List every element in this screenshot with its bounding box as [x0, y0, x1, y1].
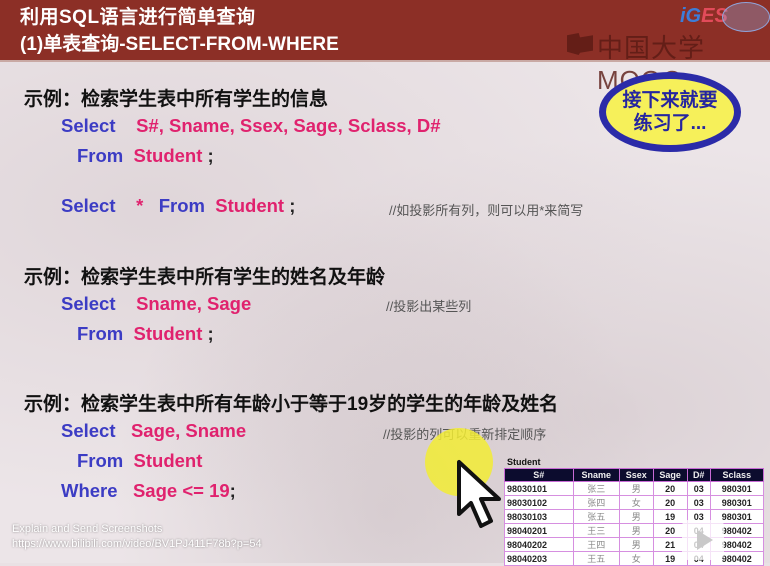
example-3-from-line: From Student	[77, 450, 202, 472]
example-2-select-line: Select Sname, Sage	[61, 293, 251, 315]
from-keyword: From	[77, 323, 124, 344]
header-divider	[0, 60, 770, 62]
table-name: Student	[133, 450, 203, 471]
table-cell: 张四	[572, 495, 620, 510]
table-cell: 98040202	[504, 537, 574, 552]
table-cell: 98030103	[504, 509, 574, 524]
table-row: 98040201王三男2004980402	[504, 523, 765, 538]
table-cell: 19	[652, 509, 688, 524]
table-cell: 男	[618, 523, 654, 538]
table-cell: 男	[618, 537, 654, 552]
table-name: Student	[133, 323, 203, 344]
table-cell: 女	[618, 551, 654, 566]
example-2-heading: 示例：检索学生表中所有学生的姓名及年龄	[24, 267, 386, 288]
student-table-title: Student	[507, 457, 541, 467]
slide-header: 利用SQL语言进行简单查询 (1)单表查询-SELECT-FROM-WHERE …	[0, 0, 770, 95]
example-1-alt-line: Select * From Student ;	[61, 195, 295, 217]
column-header: S#	[504, 468, 574, 482]
example-1-select-line: Select S#, Sname, Ssex, Sage, Sclass, D#	[61, 115, 440, 137]
column-header: D#	[686, 468, 711, 482]
example-2-comment: //投影出某些列	[386, 299, 472, 314]
semicolon: ;	[202, 323, 214, 344]
select-keyword: Select	[61, 115, 116, 136]
iges-logo-blue: iG	[680, 5, 702, 27]
example-2-from-line: From Student ;	[77, 323, 214, 345]
table-cell: 男	[618, 481, 654, 496]
table-cell: 98030102	[504, 495, 574, 510]
example-1-comment: //如投影所有列，则可以用*来简写	[389, 203, 584, 218]
where-keyword: Where	[61, 480, 118, 501]
column-header: Sname	[572, 468, 620, 482]
table-cell: 张三	[572, 481, 620, 496]
table-cell: 20	[652, 495, 688, 510]
screenshot-overlay-label: Explain and Send Screenshots	[12, 523, 163, 535]
semicolon: ;	[202, 145, 214, 166]
table-row: 98040202王四男2104980402	[504, 537, 765, 552]
example-1-heading: 示例：检索学生表中所有学生的信息	[24, 89, 329, 110]
table-cell: 女	[618, 495, 654, 510]
column-header: Sage	[652, 468, 688, 482]
table-cell: 03	[686, 495, 711, 510]
table-cell: 张五	[572, 509, 620, 524]
table-row: 98030103 张五男 19 03 980301	[504, 509, 765, 524]
column-header: Sclass	[709, 468, 765, 482]
table-cell: 98040201	[504, 523, 574, 538]
example-3-where-line: Where Sage <= 19;	[61, 480, 236, 502]
practice-callout-bubble: 接下来就要 练习了...	[599, 72, 741, 152]
select-keyword: Select	[61, 420, 116, 441]
table-name: Student	[215, 195, 285, 216]
table-cell: 王五	[572, 551, 620, 566]
table-cell: 980301	[709, 481, 765, 496]
column-list: Sname, Sage	[136, 293, 252, 314]
semicolon: ;	[284, 195, 296, 216]
column-header: Ssex	[618, 468, 654, 482]
semicolon: ;	[229, 480, 236, 501]
slide-subtitle: (1)单表查询-SELECT-FROM-WHERE	[20, 34, 339, 55]
example-1-from-line: From Student ;	[77, 145, 214, 167]
where-condition: Sage <= 19	[132, 480, 230, 501]
table-cell: 980301	[709, 495, 765, 510]
example-3-select-line: Select Sage, Sname	[61, 420, 246, 442]
column-list: S#, Sname, Ssex, Sage, Sclass, D#	[136, 115, 441, 136]
table-header-row: S# Sname Ssex Sage D# Sclass	[504, 468, 765, 482]
mooc-logo-icon	[567, 33, 593, 55]
table-cell: 王三	[572, 523, 620, 538]
callout-line-1: 接下来就要	[622, 90, 718, 111]
table-row: 98040203王五女1904980402	[504, 551, 765, 566]
play-button[interactable]	[682, 520, 724, 560]
table-cell: 03	[686, 481, 711, 496]
table-cell: 98030101	[504, 481, 574, 496]
callout-line-2: 练习了...	[633, 113, 707, 134]
slide-title: 利用SQL语言进行简单查询	[20, 7, 256, 28]
table-cell: 男	[618, 509, 654, 524]
select-keyword: Select	[61, 293, 116, 314]
table-cell: 20	[652, 481, 688, 496]
iges-logo: iGES	[680, 5, 728, 28]
example-3-heading: 示例：检索学生表中所有年龄小于等于19岁的学生的年龄及姓名	[24, 394, 559, 415]
from-keyword: From	[77, 450, 124, 471]
column-list: Sage, Sname	[130, 420, 247, 441]
student-table-figure: Student S# Sname Ssex Sage D# Sclass 980…	[504, 457, 770, 566]
table-cell: 98040203	[504, 551, 574, 566]
from-keyword: From	[158, 195, 205, 216]
mouse-pointer-icon	[457, 460, 501, 528]
table-row: 98030102 张四女 20 03 980301	[504, 495, 765, 510]
table-cell: 王四	[572, 537, 620, 552]
video-url-label: https://www.bilibili.com/video/BV1PJ411F…	[12, 538, 262, 550]
table-row: 98030101 张三男 20 03 980301	[504, 481, 765, 496]
from-keyword: From	[77, 145, 124, 166]
select-keyword: Select	[61, 195, 116, 216]
university-emblem-icon	[722, 2, 770, 32]
star-wildcard: *	[136, 195, 144, 216]
table-name: Student	[133, 145, 203, 166]
student-table: S# Sname Ssex Sage D# Sclass 98030101 张三男…	[504, 468, 765, 566]
